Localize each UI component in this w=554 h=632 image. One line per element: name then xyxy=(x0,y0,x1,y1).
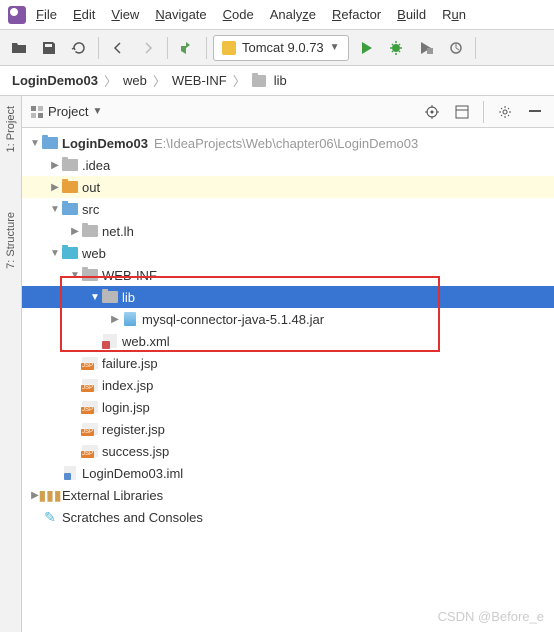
breadcrumb-item[interactable]: lib xyxy=(274,73,287,88)
tree-node-jsp[interactable]: register.jsp xyxy=(22,418,554,440)
tab-project[interactable]: 1: Project xyxy=(5,106,17,152)
run-config-label: Tomcat 9.0.73 xyxy=(242,40,324,55)
tree-node-package[interactable]: ▶ net.lh xyxy=(22,220,554,242)
jsp-icon xyxy=(82,379,98,391)
hide-button[interactable] xyxy=(524,101,546,123)
tree-node-jsp[interactable]: failure.jsp xyxy=(22,352,554,374)
run-button[interactable] xyxy=(353,35,379,61)
module-icon xyxy=(42,137,58,149)
jsp-icon xyxy=(82,445,98,457)
tomcat-icon xyxy=(222,41,236,55)
run-config-select[interactable]: Tomcat 9.0.73 ▼ xyxy=(213,35,349,61)
iml-icon xyxy=(64,466,76,480)
profile-button[interactable] xyxy=(443,35,469,61)
menu-view[interactable]: View xyxy=(105,4,145,25)
tree-node-jsp[interactable]: login.jsp xyxy=(22,396,554,418)
app-icon xyxy=(8,6,26,24)
tree-node-src[interactable]: ▼ src xyxy=(22,198,554,220)
tree-node-web[interactable]: ▼ web xyxy=(22,242,554,264)
panel-header: Project ▼ xyxy=(22,96,554,128)
collapse-button[interactable] xyxy=(451,101,473,123)
menu-edit[interactable]: Edit xyxy=(67,4,101,25)
tree-node-lib[interactable]: ▼ lib xyxy=(22,286,554,308)
menu-refactor[interactable]: Refactor xyxy=(326,4,387,25)
library-icon: ▮▮▮ xyxy=(42,487,58,504)
tree-node-out[interactable]: ▶ out xyxy=(22,176,554,198)
web-folder-icon xyxy=(62,247,78,259)
folder-icon xyxy=(62,159,78,171)
menu-build[interactable]: Build xyxy=(391,4,432,25)
chevron-down-icon[interactable]: ▼ xyxy=(92,106,102,117)
coverage-button[interactable] xyxy=(413,35,439,61)
panel-title: Project xyxy=(48,104,88,119)
build-button[interactable] xyxy=(174,35,200,61)
tree-node-jsp[interactable]: index.jsp xyxy=(22,374,554,396)
project-panel-icon xyxy=(30,105,44,119)
tree-node-extlib[interactable]: ▶▮▮▮ External Libraries xyxy=(22,484,554,506)
folder-icon xyxy=(62,181,78,193)
breadcrumb-root[interactable]: LoginDemo03 xyxy=(12,73,98,88)
menu-navigate[interactable]: Navigate xyxy=(149,4,212,25)
breadcrumb-item[interactable]: WEB-INF xyxy=(172,73,227,88)
chevron-down-icon: ▼ xyxy=(330,42,340,53)
tree-node-idea[interactable]: ▶ .idea xyxy=(22,154,554,176)
breadcrumb: LoginDemo03 〉 web 〉 WEB-INF 〉 lib xyxy=(0,66,554,96)
tree-node-jar[interactable]: ▶ mysql-connector-java-5.1.48.jar xyxy=(22,308,554,330)
xml-icon xyxy=(103,334,117,348)
menu-analyze[interactable]: Analyze xyxy=(264,4,322,25)
menu-bar: File Edit View Navigate Code Analyze Ref… xyxy=(0,0,554,30)
tree-node-webxml[interactable]: web.xml xyxy=(22,330,554,352)
scratches-icon: ✎ xyxy=(42,509,58,526)
tree-node-webinf[interactable]: ▼ WEB-INF xyxy=(22,264,554,286)
package-icon xyxy=(82,225,98,237)
tree-node-scratches[interactable]: ✎ Scratches and Consoles xyxy=(22,506,554,528)
back-button[interactable] xyxy=(105,35,131,61)
side-tabs: 1: Project 7: Structure xyxy=(0,96,22,632)
folder-icon xyxy=(252,75,266,87)
refresh-button[interactable] xyxy=(66,35,92,61)
tab-structure[interactable]: 7: Structure xyxy=(5,212,17,269)
menu-code[interactable]: Code xyxy=(217,4,260,25)
jsp-icon xyxy=(82,401,98,413)
jsp-icon xyxy=(82,357,98,369)
locate-button[interactable] xyxy=(421,101,443,123)
toolbar: Tomcat 9.0.73 ▼ xyxy=(0,30,554,66)
project-tree: ▼ LoginDemo03 E:\IdeaProjects\Web\chapte… xyxy=(22,128,554,632)
settings-button[interactable] xyxy=(494,101,516,123)
jsp-icon xyxy=(82,423,98,435)
source-folder-icon xyxy=(62,203,78,215)
menu-file[interactable]: File xyxy=(30,4,63,25)
jar-icon xyxy=(124,312,136,326)
save-button[interactable] xyxy=(36,35,62,61)
folder-icon xyxy=(102,291,118,303)
tree-node-jsp[interactable]: success.jsp xyxy=(22,440,554,462)
open-button[interactable] xyxy=(6,35,32,61)
tree-node-iml[interactable]: LoginDemo03.iml xyxy=(22,462,554,484)
tree-root[interactable]: ▼ LoginDemo03 E:\IdeaProjects\Web\chapte… xyxy=(22,132,554,154)
breadcrumb-item[interactable]: web xyxy=(123,73,147,88)
menu-run[interactable]: Run xyxy=(436,4,472,25)
folder-icon xyxy=(82,269,98,281)
forward-button[interactable] xyxy=(135,35,161,61)
watermark: CSDN @Before_e xyxy=(438,609,544,624)
debug-button[interactable] xyxy=(383,35,409,61)
